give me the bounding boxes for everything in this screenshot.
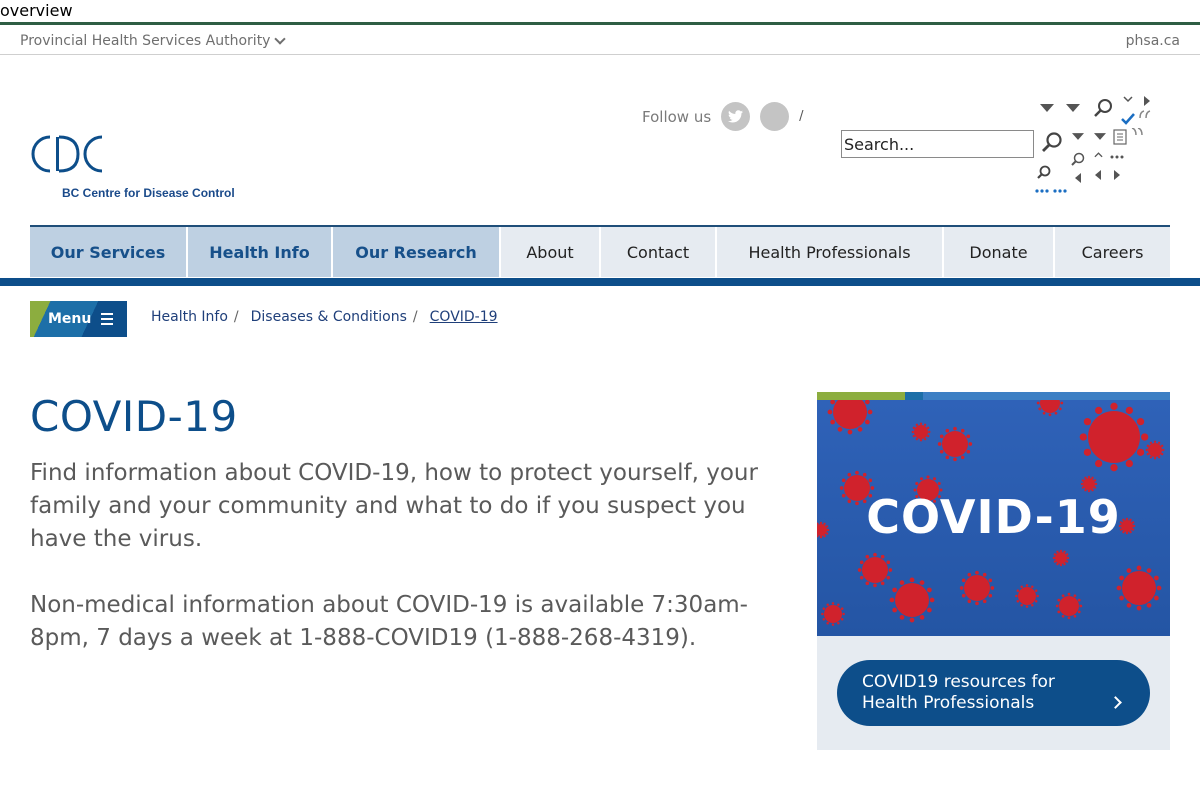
promo-image-title: COVID-19: [866, 490, 1121, 544]
breadcrumb-separator: /: [412, 309, 418, 325]
chevron-down-icon: [274, 33, 287, 45]
follow-us-label: Follow us: [642, 107, 712, 126]
search-icon: [1071, 152, 1085, 166]
breadcrumb: Health Info / Diseases & Conditions / COVI…: [151, 309, 498, 325]
social-separator: /: [799, 109, 804, 124]
promo-accent-strip: [817, 392, 1170, 400]
chevron-up-icon: [1094, 152, 1103, 158]
nav-our-services[interactable]: Our Services: [30, 227, 188, 277]
nav-health-professionals[interactable]: Health Professionals: [717, 227, 944, 277]
virus-particle: [1055, 592, 1083, 620]
caret-down-icon: [1066, 104, 1080, 112]
caret-down-icon: [1040, 104, 1054, 112]
logo-org-name: BC Centre for Disease Control: [62, 186, 235, 200]
document-icon: [1113, 129, 1127, 145]
promo-card: COVID-19 COVID19 resources for Health Pr…: [817, 392, 1170, 750]
caret-left-icon: [1075, 173, 1081, 183]
quote-close-icon: [1131, 128, 1143, 136]
virus-particle: [827, 400, 873, 435]
virus-particle: [937, 426, 973, 462]
promo-button-label: COVID19 resources for Health Professiona…: [862, 672, 1055, 713]
virus-particle: [1052, 549, 1070, 567]
phsa-site-link[interactable]: phsa.ca: [1126, 33, 1180, 49]
ellipsis-icon: [1110, 155, 1124, 159]
caret-left-icon: [1095, 170, 1101, 180]
nav-our-research[interactable]: Our Research: [333, 227, 501, 277]
virus-particle: [1015, 584, 1039, 608]
nav-contact[interactable]: Contact: [601, 227, 717, 277]
breadcrumb-covid-19[interactable]: COVID-19: [430, 309, 498, 325]
virus-particle: [1116, 565, 1162, 611]
social-icon[interactable]: [760, 102, 790, 131]
caret-right-icon: [1114, 170, 1120, 180]
menu-label: Menu: [48, 311, 92, 327]
phsa-authority-dropdown[interactable]: Provincial Health Services Authority: [20, 33, 287, 49]
hamburger-icon: [101, 313, 114, 325]
nav-health-info[interactable]: Health Info: [188, 227, 333, 277]
virus-particle: [959, 570, 995, 606]
chevron-down-icon: [1123, 96, 1133, 103]
breadcrumb-separator: /: [233, 309, 239, 325]
caret-down-icon: [1072, 133, 1084, 140]
virus-particle: [911, 422, 931, 442]
virus-particle: [1145, 440, 1165, 460]
virus-particle: [857, 552, 893, 588]
page-title: COVID-19: [30, 392, 238, 441]
search-icon: [1037, 165, 1051, 179]
info-line-paragraph: Non-medical information about COVID-19 i…: [30, 592, 748, 651]
ellipsis-icon: [1035, 189, 1067, 193]
phsa-authority-label: Provincial Health Services Authority: [20, 33, 271, 49]
health-professionals-resources-button[interactable]: COVID19 resources for Health Professiona…: [837, 660, 1150, 726]
virus-particle: [1036, 400, 1064, 417]
virus-particle: [821, 602, 845, 626]
social-follow: Follow us /: [642, 102, 804, 131]
search-input[interactable]: [841, 130, 1034, 158]
chevron-right-icon: [1109, 696, 1122, 709]
check-icon: [1121, 113, 1135, 125]
virus-particle: [1079, 402, 1149, 472]
nav-about[interactable]: About: [501, 227, 601, 277]
search-icon[interactable]: [1041, 131, 1063, 153]
bccdc-logo[interactable]: BC Centre for Disease Control: [30, 134, 235, 204]
cdc-logo-mark: [31, 135, 103, 173]
caret-right-icon: [1144, 96, 1150, 106]
nav-donate[interactable]: Donate: [944, 227, 1055, 277]
nav-careers[interactable]: Careers: [1055, 227, 1170, 277]
intro-paragraph: Find information about COVID-19, how to …: [30, 460, 758, 552]
twitter-icon[interactable]: [721, 102, 751, 131]
search-icon[interactable]: [1093, 98, 1113, 118]
phsa-top-bar: Provincial Health Services Authority phs…: [0, 22, 1200, 55]
covid-virus-image: COVID-19: [817, 400, 1170, 636]
breadcrumb-diseases-conditions[interactable]: Diseases & Conditions: [251, 309, 407, 325]
nav-divider: [0, 278, 1200, 286]
menu-button[interactable]: Menu: [30, 301, 127, 337]
caret-down-icon: [1094, 133, 1106, 140]
skip-to-overview-link[interactable]: overview: [0, 2, 73, 20]
virus-particle: [889, 577, 935, 623]
main-nav: Our Services Health Info Our Research Ab…: [30, 225, 1170, 277]
breadcrumb-health-info[interactable]: Health Info: [151, 309, 228, 325]
quote-open-icon: [1139, 110, 1151, 118]
